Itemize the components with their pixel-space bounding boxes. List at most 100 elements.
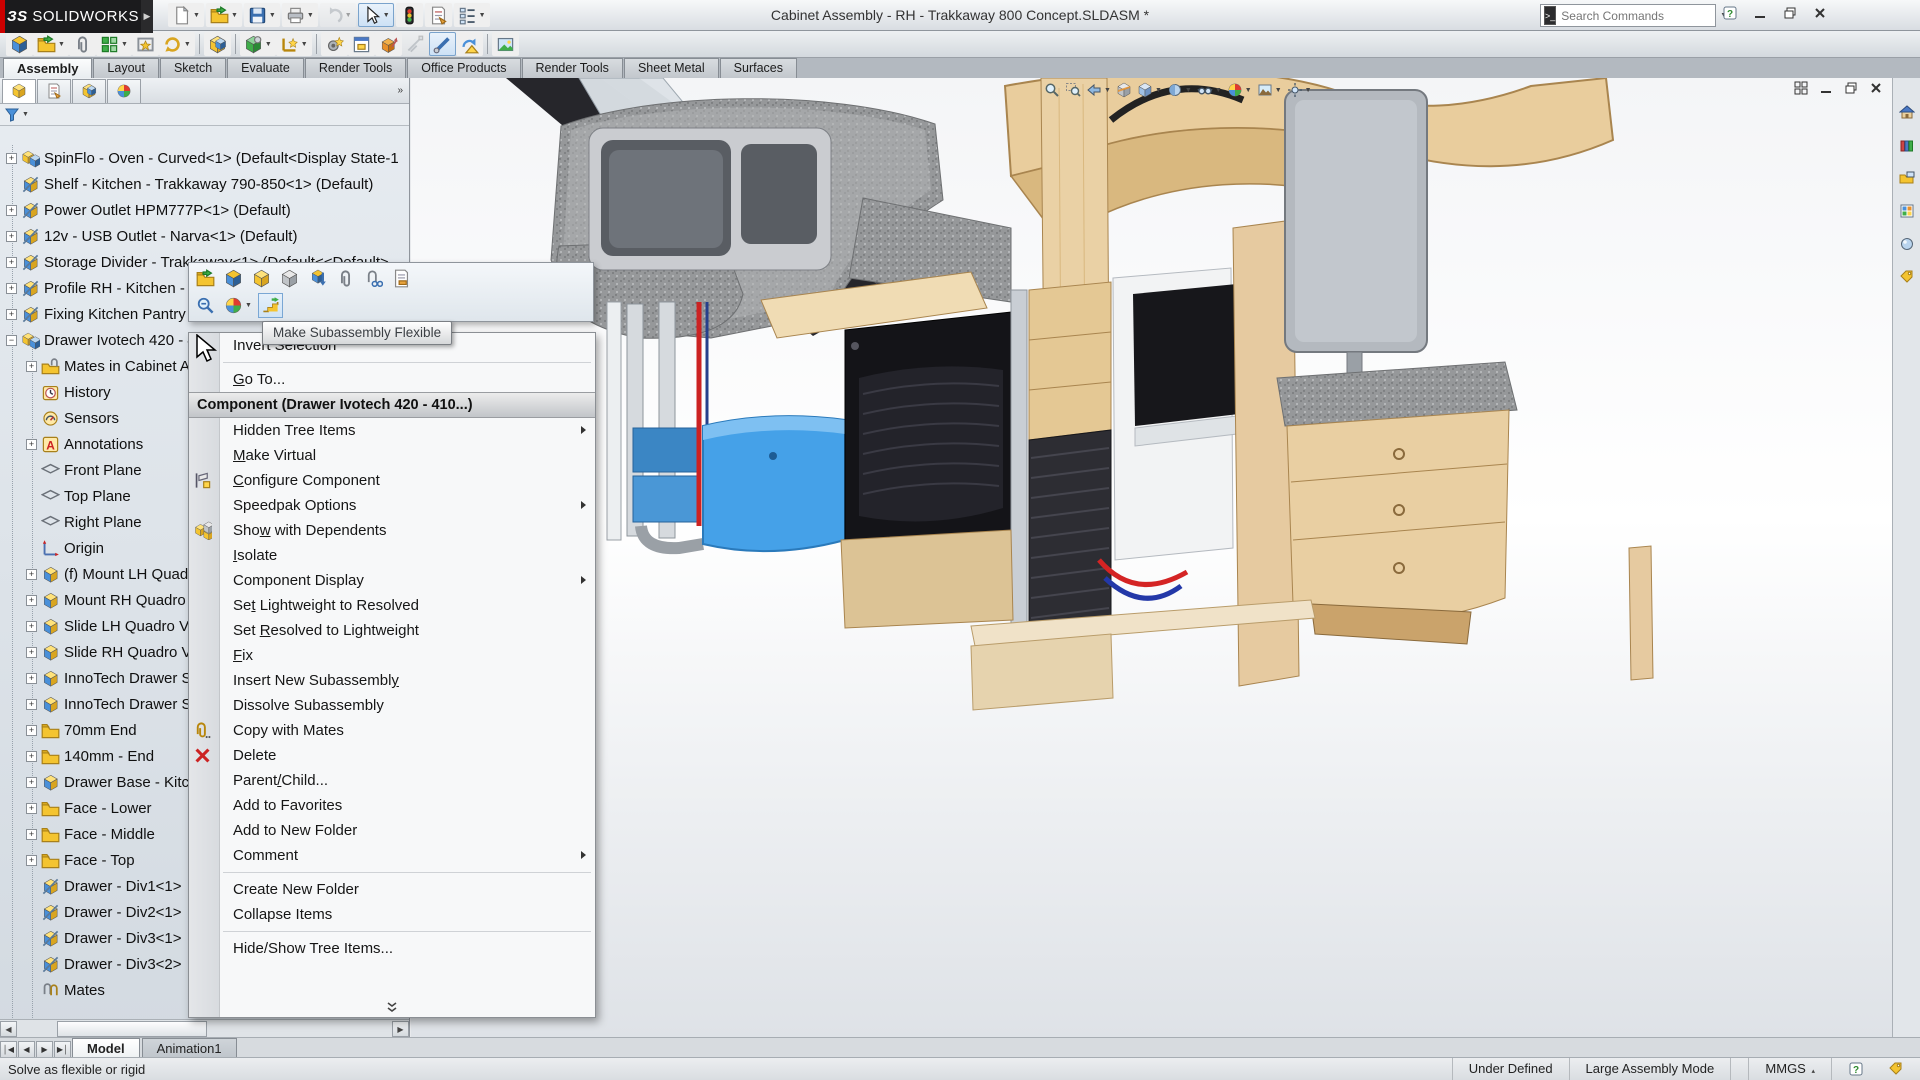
tab-nav-next-button[interactable]: ▶ [36,1041,53,1058]
tree-item-shelf-kitchen-trakkaway-790-850-1-default[interactable]: +Shelf - Kitchen - Trakkaway 790-850<1> … [0,171,409,197]
mate-button[interactable] [333,266,358,291]
menu-item-insert-new-subassembly[interactable]: Insert New Subassembly [189,668,595,693]
explode-line-sketch-button[interactable] [402,32,429,56]
make-subassembly-flexible-button[interactable] [258,293,283,318]
expand-box-icon[interactable]: + [26,829,37,840]
scroll-right-icon[interactable]: ▶ [392,1021,409,1037]
edit-appearance-button[interactable]: ▼ [1226,81,1253,99]
menu-item-dissolve-subassembly[interactable]: Dissolve Subassembly [189,693,595,718]
appearance-button[interactable]: ▼ [221,293,255,318]
expand-box-icon[interactable]: + [6,257,17,268]
panel-tab-display-manager[interactable] [107,79,141,103]
expand-box-icon[interactable]: + [26,647,37,658]
tree-item-spinflo-oven-curved-1-default-display-state-1[interactable]: +SpinFlo - Oven - Curved<1> (Default<Dis… [0,145,409,171]
menu-item-set-resolved-to-lightweight[interactable]: Set Resolved to Lightweight [189,618,595,643]
menu-item-hide-show-tree-items[interactable]: Hide/Show Tree Items... [189,936,595,961]
tree-filter-bar[interactable]: ▼ [0,104,409,126]
doc-tab-animation1[interactable]: Animation1 [142,1038,237,1058]
zoom-to-selection-button[interactable] [193,293,218,318]
panel-tab-configuration-manager[interactable] [72,79,106,103]
panel-chevron-icon[interactable]: » [397,85,403,96]
previous-view-button[interactable]: ▼ [1085,81,1112,99]
search-input[interactable] [1559,8,1718,24]
expand-box-icon[interactable]: + [26,777,37,788]
assembly-features-button[interactable]: ▼ [240,32,276,56]
tile-window-button[interactable] [1791,80,1811,96]
scroll-left-icon[interactable]: ◀ [0,1021,17,1037]
tab-layout[interactable]: Layout [93,58,159,78]
dropdown-caret-icon[interactable]: ▼ [1185,87,1192,94]
dropdown-caret-icon[interactable]: ▼ [121,41,128,48]
expand-box-icon[interactable]: + [26,439,37,450]
help-status-button[interactable]: ? [1848,1061,1864,1077]
expand-box-icon[interactable]: + [26,751,37,762]
menu-item-parent-child[interactable]: Parent/Child... [189,768,595,793]
show-hidden-button[interactable] [277,266,302,291]
view-orientation-button[interactable]: ▼ [1136,81,1163,99]
assembly-3d-model[interactable] [411,78,1920,1040]
open-subassembly-button[interactable] [193,266,218,291]
panel-tab-feature-manager[interactable] [2,79,36,103]
view-mates-button[interactable] [361,266,386,291]
linear-component-pattern-button[interactable]: ▼ [96,32,132,56]
tab-sketch[interactable]: Sketch [160,58,226,78]
tab-render-tools[interactable]: Render Tools [305,58,406,78]
help-button[interactable]: ? [1718,3,1742,23]
apply-scene-button[interactable]: ▼ [1256,81,1283,99]
expand-box-icon[interactable]: + [26,855,37,866]
hide-components-button[interactable] [249,266,274,291]
panel-tab-property-manager[interactable] [37,79,71,103]
component-properties-button[interactable] [389,266,414,291]
doc-tab-model[interactable]: Model [72,1038,140,1058]
new-motion-study-button[interactable] [321,32,348,56]
menu-item-speedpak-options[interactable]: Speedpak Options [189,493,595,518]
restore-button[interactable] [1778,3,1802,23]
tree-item-power-outlet-hpm777p-1-default[interactable]: +Power Outlet HPM777P<1> (Default) [0,197,409,223]
tab-surfaces[interactable]: Surfaces [720,58,797,78]
zoom-area-button[interactable] [1064,81,1082,99]
expand-box-icon[interactable]: + [26,361,37,372]
photoview-button[interactable] [492,32,519,56]
corner-cabinet[interactable] [1277,362,1653,680]
menu-item-configure-component[interactable]: Configure Component [189,468,595,493]
status-units[interactable]: MMGS ▴ [1748,1058,1831,1080]
dropdown-caret-icon[interactable]: ▼ [1275,87,1282,94]
expand-box-icon[interactable]: + [26,803,37,814]
tag-status-button[interactable] [1888,1061,1904,1077]
exploded-view-button[interactable] [375,32,402,56]
tab-nav-first-button[interactable]: │◀ [0,1041,17,1058]
blue-drawer[interactable] [703,416,845,551]
menu-item-fix[interactable]: Fix [189,643,595,668]
open-component-button[interactable]: ▼ [33,32,69,56]
filter-caret-icon[interactable]: ▼ [22,111,29,118]
show-hidden-components-button[interactable] [204,32,231,56]
tree-item-12v-usb-outlet-narva-1-default[interactable]: +12v - USB Outlet - Narva<1> (Default) [0,223,409,249]
tab-evaluate[interactable]: Evaluate [227,58,304,78]
expand-box-icon[interactable]: + [26,673,37,684]
expand-box-icon[interactable]: + [26,569,37,580]
tab-sheet-metal[interactable]: Sheet Metal [624,58,719,78]
units-caret-icon[interactable]: ▴ [1811,1068,1815,1075]
search-commands[interactable]: >_ ▼ [1540,4,1716,27]
dropdown-caret-icon[interactable]: ▼ [1245,87,1252,94]
menu-item-add-to-new-folder[interactable]: Add to New Folder [189,818,595,843]
minimize-button[interactable] [1748,3,1772,23]
expand-box-icon[interactable]: + [6,231,17,242]
menu-item-hidden-tree-items[interactable]: Hidden Tree Items [189,418,595,443]
appearances-scenes-button[interactable] [1899,236,1915,252]
menu-expand-chevron-icon[interactable] [189,997,595,1017]
minimize-window-button[interactable] [1816,80,1836,96]
dropdown-caret-icon[interactable]: ▼ [265,41,272,48]
expand-box-icon[interactable]: + [26,725,37,736]
menu-item-go-to[interactable]: Go To... [189,367,595,392]
close-button[interactable] [1808,3,1832,23]
tab-nav-last-button[interactable]: ▶│ [54,1041,71,1058]
search-scope-icon[interactable]: >_ [1544,6,1556,25]
dropdown-caret-icon[interactable]: ▼ [301,41,308,48]
menu-expand-arrow-icon[interactable]: ▶ [141,0,153,33]
insert-components-button[interactable] [6,32,33,56]
expand-box-icon[interactable]: + [6,283,17,294]
dropdown-caret-icon[interactable]: ▼ [245,302,252,309]
oven-drawer[interactable] [845,312,1011,546]
dropdown-caret-icon[interactable]: ▼ [58,41,65,48]
